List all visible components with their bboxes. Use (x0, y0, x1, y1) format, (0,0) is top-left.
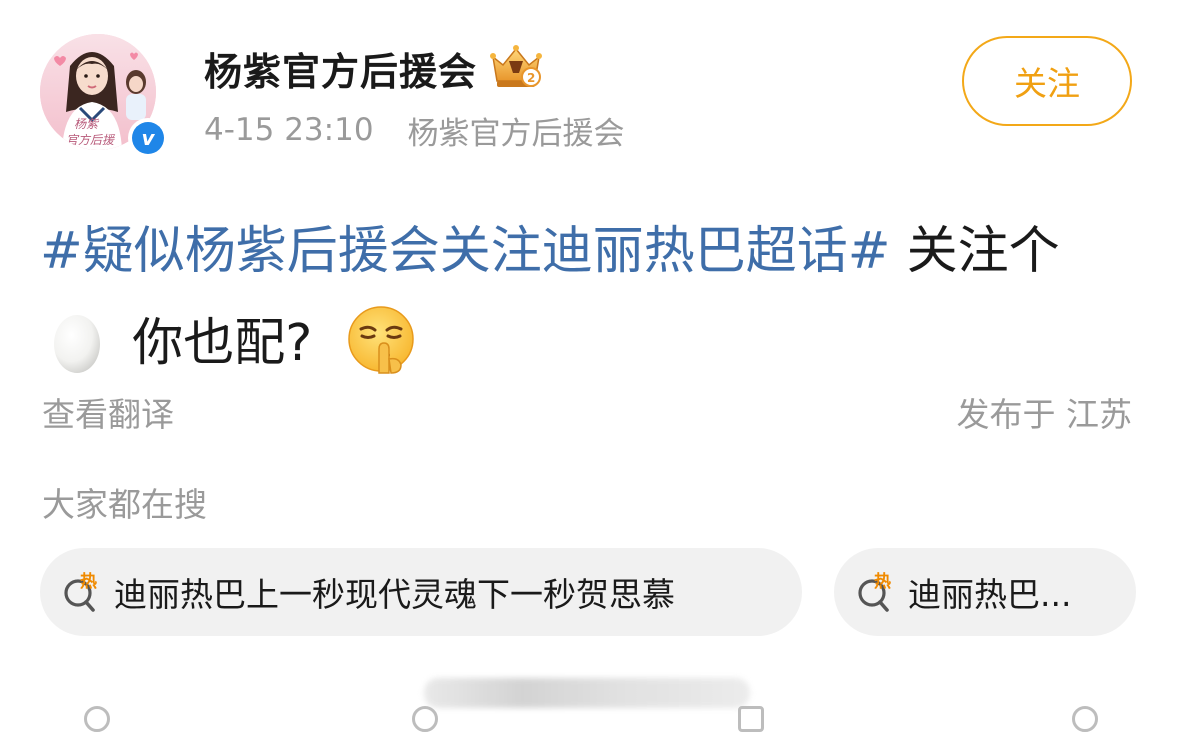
trending-label: 大家都在搜 (42, 485, 207, 524)
blurred-footer-text (424, 678, 750, 708)
repost-icon[interactable] (738, 706, 764, 732)
post-meta: 4-15 23:10 杨紫官方后援会 (204, 108, 625, 152)
trend-text: 迪丽热巴上一秒现代灵魂下一秒贺思慕 (114, 575, 675, 614)
svg-text:杨紫: 杨紫 (74, 117, 100, 131)
author-name[interactable]: 杨紫官方后援会 (204, 41, 477, 96)
hot-search-icon: 热 (64, 571, 97, 612)
topic-link[interactable]: #疑似杨紫后援会关注迪丽热巴超话# (40, 222, 890, 281)
trend-chip[interactable]: 热 迪丽热巴上一秒现代灵魂下一秒贺思慕 (40, 548, 802, 636)
share-icon[interactable] (84, 706, 110, 732)
post-text-segment: 你也配? (116, 314, 329, 373)
hot-badge: 热 (80, 571, 97, 592)
egg-icon (54, 315, 100, 373)
comment-icon[interactable] (412, 706, 438, 732)
author-row: 杨紫官方后援会 2 (204, 40, 545, 96)
trend-text: 迪丽热巴... (908, 575, 1072, 614)
translate-link[interactable]: 查看翻译 (42, 388, 174, 436)
like-icon[interactable] (1072, 706, 1098, 732)
svg-text:官方后援: 官方后援 (66, 133, 116, 147)
verified-badge: v (128, 118, 168, 158)
crown-member-icon[interactable]: 2 (487, 43, 545, 93)
hot-badge: 热 (874, 571, 891, 592)
trend-chip[interactable]: 热 迪丽热巴... (834, 548, 1136, 636)
hot-search-icon: 热 (858, 571, 891, 612)
verified-icon: v (132, 122, 164, 154)
post-body: #疑似杨紫后援会关注迪丽热巴超话# 关注个 你也配? (40, 206, 1130, 390)
post-text-segment: 关注个 (890, 222, 1060, 281)
post-location: 发布于 江苏 (956, 395, 1133, 434)
svg-text:2: 2 (527, 71, 535, 85)
post-source: 杨紫官方后援会 (407, 115, 625, 152)
follow-button[interactable]: 关注 (962, 36, 1132, 126)
shushing-face-icon (347, 306, 414, 374)
post-timestamp: 4-15 23:10 (204, 112, 374, 148)
